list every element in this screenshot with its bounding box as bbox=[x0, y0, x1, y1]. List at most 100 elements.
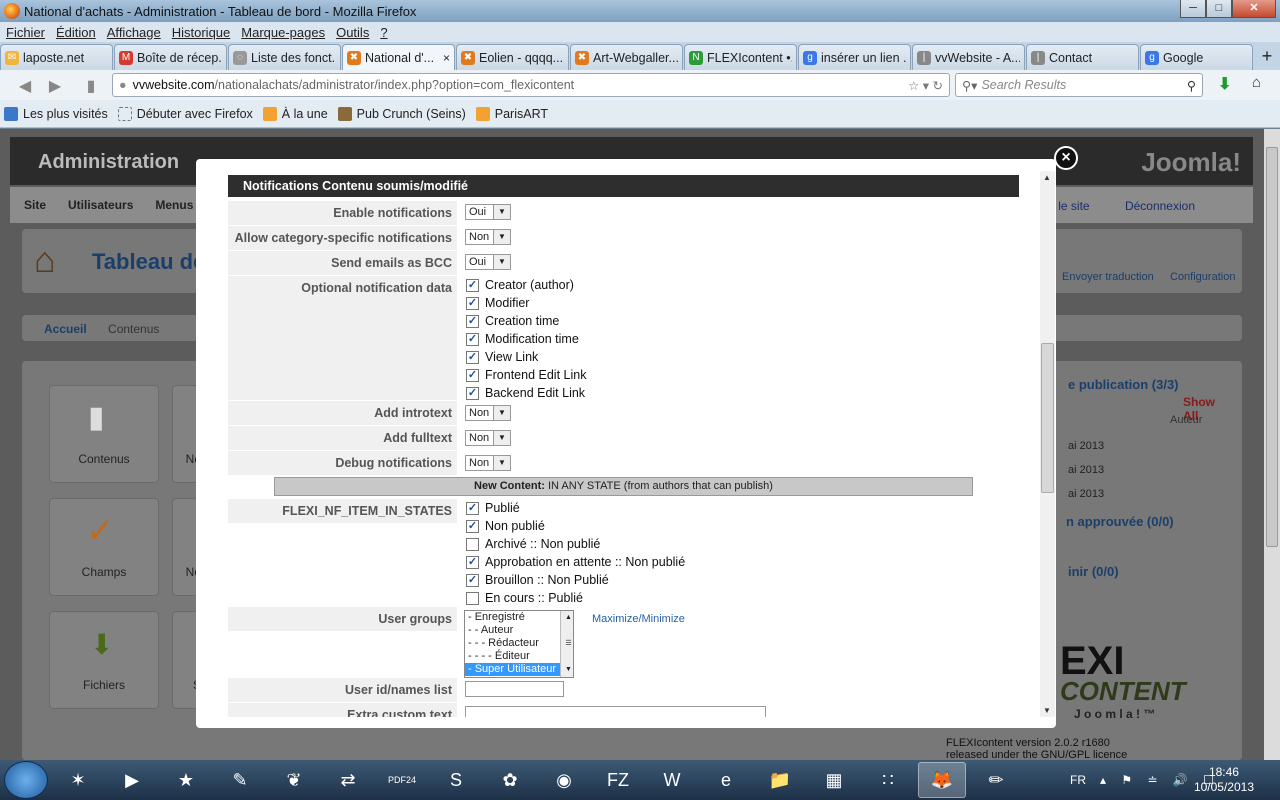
menu-affichage[interactable]: Affichage bbox=[107, 25, 161, 40]
page-scrollbar[interactable] bbox=[1264, 129, 1280, 760]
checkbox-box[interactable]: ✓ bbox=[466, 501, 479, 515]
url-bar[interactable]: ● vvwebsite.com /nationalachats/administ… bbox=[112, 73, 950, 97]
checkbox-box[interactable]: ✓ bbox=[466, 350, 479, 364]
listbox-scrollbar[interactable]: ▲ ☰ ▼ bbox=[560, 611, 573, 677]
checkbox-box[interactable] bbox=[466, 591, 479, 605]
taskbar-app-5[interactable]: ⇄ bbox=[324, 762, 372, 798]
debug-select[interactable]: Non ▼ bbox=[465, 455, 511, 471]
maximize-minimize-link[interactable]: Maximize/Minimize bbox=[592, 613, 685, 625]
taskbar-app-9[interactable]: ◉ bbox=[540, 762, 588, 798]
tab-0[interactable]: ✉ laposte.net bbox=[0, 44, 113, 70]
checkbox-box[interactable]: ✓ bbox=[466, 314, 479, 328]
close-window-button[interactable]: ✕ bbox=[1232, 0, 1276, 18]
tab-4[interactable]: ✖ Eolien - qqqq... bbox=[456, 44, 569, 70]
search-icon[interactable]: ⚲ bbox=[1187, 78, 1196, 93]
menu-marque-pages[interactable]: Marque-pages bbox=[241, 25, 325, 40]
configuration-button[interactable]: Configuration bbox=[1170, 271, 1235, 283]
state-checkbox-2[interactable]: Archivé :: Non publié bbox=[466, 537, 600, 551]
clock[interactable]: 18:46 10/05/2013 bbox=[1194, 765, 1254, 795]
optional-checkbox-0[interactable]: ✓ Creator (author) bbox=[466, 278, 574, 292]
checkbox-box[interactable]: ✓ bbox=[466, 573, 479, 587]
state-checkbox-1[interactable]: ✓ Non publié bbox=[466, 519, 545, 533]
modal-scrollbar-thumb[interactable] bbox=[1041, 343, 1054, 493]
admin-menu-site[interactable]: Site bbox=[24, 198, 46, 212]
checkbox-box[interactable] bbox=[466, 537, 479, 551]
maximize-button[interactable]: □ bbox=[1206, 0, 1232, 18]
champs-tile[interactable]: ✓ Champs bbox=[49, 498, 159, 596]
taskbar-app-1[interactable]: ▶ bbox=[108, 762, 156, 798]
taskbar-app-10[interactable]: FZ bbox=[594, 762, 642, 798]
optional-checkbox-5[interactable]: ✓ Frontend Edit Link bbox=[466, 368, 586, 382]
state-checkbox-3[interactable]: ✓ Approbation en attente :: Non publié bbox=[466, 555, 685, 569]
send-bcc-select[interactable]: Oui ▼ bbox=[465, 254, 511, 270]
taskbar-app-4[interactable]: ❦ bbox=[270, 762, 318, 798]
bookmark-parisart[interactable]: ParisART bbox=[475, 106, 548, 121]
fichiers-tile[interactable]: ⬇ Fichiers bbox=[49, 611, 159, 709]
admin-menu-menus[interactable]: Menus bbox=[155, 198, 193, 212]
optional-checkbox-6[interactable]: ✓ Backend Edit Link bbox=[466, 386, 585, 400]
user-group-option[interactable]: - - - Rédacteur bbox=[465, 637, 573, 650]
admin-menu-users[interactable]: Utilisateurs bbox=[68, 198, 133, 212]
tab-9[interactable]: | Contact bbox=[1026, 44, 1139, 70]
taskbar-app-7[interactable]: S bbox=[432, 762, 480, 798]
checkbox-box[interactable]: ✓ bbox=[466, 519, 479, 533]
taskbar-app-16[interactable]: 🦊 bbox=[918, 762, 966, 798]
new-tab-button[interactable]: + bbox=[1254, 44, 1280, 70]
taskbar-app-0[interactable]: ✶ bbox=[54, 762, 102, 798]
search-engine-icon[interactable]: ⚲▾ bbox=[962, 78, 977, 93]
modal-scrollbar[interactable]: ▲ ▼ bbox=[1040, 171, 1055, 717]
taskbar-app-11[interactable]: W bbox=[648, 762, 696, 798]
tab-5[interactable]: ✖ Art-Webgaller... bbox=[570, 44, 683, 70]
checkbox-box[interactable]: ✓ bbox=[466, 332, 479, 346]
minimize-button[interactable]: ─ bbox=[1180, 0, 1206, 18]
optional-checkbox-4[interactable]: ✓ View Link bbox=[466, 350, 538, 364]
tab-3[interactable]: ✖ National d'... × bbox=[342, 44, 455, 70]
tab-1[interactable]: M Boîte de récep... bbox=[114, 44, 227, 70]
enable-notifications-select[interactable]: Oui ▼ bbox=[465, 204, 511, 220]
user-group-option[interactable]: - Super Utilisateur bbox=[465, 663, 573, 676]
bookmark-a-la-une[interactable]: À la une bbox=[262, 106, 328, 121]
menu-historique[interactable]: Historique bbox=[172, 25, 231, 40]
scroll-down-icon[interactable]: ▼ bbox=[1043, 706, 1051, 715]
tab-accueil[interactable]: Accueil bbox=[44, 322, 87, 336]
taskbar-app-2[interactable]: ★ bbox=[162, 762, 210, 798]
tab-7[interactable]: g insérer un lien ... bbox=[798, 44, 911, 70]
extra-custom-textarea[interactable] bbox=[465, 706, 766, 717]
menu-outils[interactable]: Outils bbox=[336, 25, 369, 40]
user-ids-input[interactable] bbox=[465, 681, 564, 697]
checkbox-box[interactable]: ✓ bbox=[466, 386, 479, 400]
checkbox-box[interactable]: ✓ bbox=[466, 296, 479, 310]
taskbar-app-13[interactable]: 📁 bbox=[756, 762, 804, 798]
start-button[interactable] bbox=[4, 761, 48, 799]
optional-checkbox-1[interactable]: ✓ Modifier bbox=[466, 296, 529, 310]
bookmark-pub-crunch[interactable]: Pub Crunch (Seins) bbox=[337, 106, 466, 121]
tab-6[interactable]: N FLEXIcontent •... bbox=[684, 44, 797, 70]
bookmark-star-icon[interactable]: ☆ ▾ ↻ bbox=[908, 78, 943, 93]
checkbox-box[interactable]: ✓ bbox=[466, 368, 479, 382]
taskbar-app-8[interactable]: ✿ bbox=[486, 762, 534, 798]
send-translation-button[interactable]: Envoyer traduction bbox=[1062, 271, 1154, 283]
allow-category-select[interactable]: Non ▼ bbox=[465, 229, 511, 245]
taskbar-app-14[interactable]: ▦ bbox=[810, 762, 858, 798]
modal-close-icon[interactable]: × bbox=[1054, 146, 1078, 170]
optional-checkbox-2[interactable]: ✓ Creation time bbox=[466, 314, 559, 328]
taskbar-app-6[interactable]: PDF24 bbox=[378, 762, 426, 798]
user-group-option[interactable]: - Enregistré bbox=[465, 611, 573, 624]
search-input[interactable]: ⚲▾ Search Results ⚲ bbox=[955, 73, 1203, 97]
tab-10[interactable]: g Google bbox=[1140, 44, 1253, 70]
taskbar-app-12[interactable]: e bbox=[702, 762, 750, 798]
taskbar-app-15[interactable]: ∷ bbox=[864, 762, 912, 798]
user-group-option[interactable]: - - - - Éditeur bbox=[465, 650, 573, 663]
scroll-up-icon[interactable]: ▲ bbox=[1043, 173, 1051, 182]
user-groups-listbox[interactable]: ▲ ☰ ▼ - Enregistré - - Auteur - - - Rédacteu… bbox=[464, 610, 574, 678]
checkbox-box[interactable]: ✓ bbox=[466, 555, 479, 569]
checkbox-box[interactable]: ✓ bbox=[466, 278, 479, 292]
contenus-tile[interactable]: ▮ Contenus bbox=[49, 385, 159, 483]
state-checkbox-0[interactable]: ✓ Publié bbox=[466, 501, 520, 515]
back-arrow-icon[interactable]: ◀ bbox=[12, 76, 38, 96]
language-indicator[interactable]: FR bbox=[1070, 773, 1086, 787]
state-checkbox-5[interactable]: En cours :: Publié bbox=[466, 591, 583, 605]
bookmark-les-plus-visites[interactable]: Les plus visités bbox=[4, 106, 108, 121]
bookmark-debuter-avec-firefox[interactable]: Débuter avec Firefox bbox=[117, 106, 253, 121]
taskbar-app-17[interactable]: ✏ bbox=[972, 762, 1020, 798]
